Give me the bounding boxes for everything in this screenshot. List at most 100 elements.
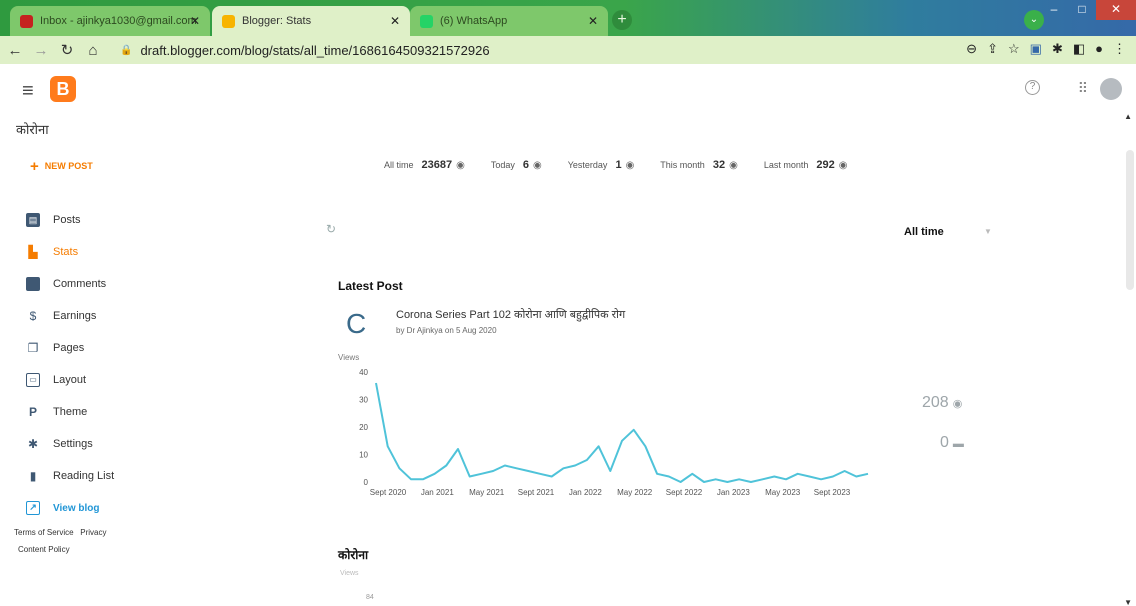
address-bar: ← → ↻ ⌂ 🔒 draft.blogger.com/blog/stats/a… [0, 36, 1136, 64]
chart-x-tick-label: Sept 2022 [666, 488, 703, 497]
chart-y-axis-label: Views [338, 353, 359, 362]
zoom-icon[interactable]: ⊖ [966, 41, 977, 57]
latest-post-heading: Latest Post [338, 279, 403, 293]
chart-y-tick-label: 10 [359, 451, 368, 460]
sidebar-item-pages[interactable]: ❐ Pages [26, 332, 226, 364]
sidebar-item-posts[interactable]: ▤ Posts [26, 204, 226, 236]
back-icon[interactable]: ← [4, 42, 26, 59]
plus-icon: + [30, 158, 39, 175]
blogger-logo[interactable]: B [50, 76, 76, 102]
chart-y-tick-label: 20 [359, 423, 368, 432]
url-field[interactable]: draft.blogger.com/blog/stats/all_time/16… [140, 43, 489, 58]
post-comments-count: 0 ▬ [940, 434, 964, 452]
summary-value: 23687 [421, 159, 453, 171]
tab-blogger-stats[interactable]: Blogger: Stats ✕ [212, 6, 410, 36]
terms-link[interactable]: Terms of Service [14, 528, 74, 537]
bookmark-star-icon[interactable]: ☆ [1008, 41, 1020, 57]
new-post-button[interactable]: + NEW POST [30, 158, 93, 175]
summary-label: Yesterday [567, 160, 608, 170]
profile-avatar-icon[interactable]: ● [1095, 41, 1103, 57]
blogger-favicon-icon [222, 14, 235, 28]
blog-name[interactable]: कोरोना [16, 120, 49, 138]
refresh-icon[interactable]: ↻ [326, 222, 336, 236]
tab-whatsapp[interactable]: (6) WhatsApp ✕ [410, 6, 608, 36]
lock-icon[interactable]: 🔒 [120, 45, 132, 56]
browser-menu-icon[interactable]: ⋮ [1113, 41, 1126, 57]
sidebar-item-label: Layout [53, 374, 87, 386]
scrollbar-thumb[interactable] [1126, 150, 1134, 290]
gmail-favicon-icon [20, 14, 33, 28]
help-icon[interactable]: ? [1025, 80, 1040, 95]
eye-icon: ◉ [952, 398, 963, 410]
sidebar-item-label: Comments [53, 278, 107, 290]
sidebar-item-label: Reading List [53, 470, 115, 482]
share-icon[interactable]: ⇪ [987, 41, 998, 57]
posts-icon: ▤ [26, 213, 40, 227]
stats-summary: All time 23687 ◉ Today 6 ◉ Yesterday 1 ◉… [384, 159, 873, 171]
summary-value: 292 [816, 159, 835, 171]
new-post-label: NEW POST [44, 161, 93, 171]
sidebar-item-view-blog[interactable]: ↗ View blog [26, 492, 226, 524]
new-tab-button[interactable]: + [612, 10, 632, 30]
apps-grid-icon[interactable]: ⠿ [1078, 80, 1088, 97]
tab-gmail[interactable]: Inbox - ajinkya1030@gmail.com ✕ [10, 6, 210, 36]
eye-icon: ◉ [729, 159, 738, 171]
post-title-link[interactable]: Corona Series Part 102 कोरोना आणि बहुद्व… [396, 307, 625, 322]
account-avatar[interactable] [1100, 78, 1122, 100]
minimize-icon[interactable]: – [1040, 0, 1068, 20]
range-dropdown[interactable]: All time [904, 226, 944, 238]
chart-x-tick-label: Jan 2021 [421, 488, 454, 497]
eye-icon: ◉ [533, 159, 542, 171]
side-panel-icon[interactable]: ◧ [1073, 41, 1085, 57]
sidebar-item-comments[interactable]: Comments [26, 268, 226, 300]
chart-y-tick-label: 40 [359, 368, 368, 377]
pages-icon: ❐ [27, 341, 39, 355]
sidebar-item-label: Stats [53, 246, 79, 258]
views-value: 208 [922, 394, 949, 411]
home-icon[interactable]: ⌂ [82, 42, 104, 59]
forward-icon[interactable]: → [30, 42, 52, 59]
summary-value: 1 [615, 159, 622, 171]
chart-y-tick-label: 30 [359, 396, 368, 405]
sidebar-item-label: Theme [53, 406, 88, 418]
post-meta: by Dr Ajinkya on 5 Aug 2020 [396, 326, 497, 335]
sidebar-item-layout[interactable]: ▭ Layout [26, 364, 226, 396]
chart-x-tick-label: May 2022 [617, 488, 653, 497]
footer-links: Terms of Service Privacy Content Policy [14, 524, 106, 558]
chart-x-tick-label: Jan 2023 [717, 488, 750, 497]
section-tick-label: 84 [366, 594, 374, 601]
chart-x-tick-label: Sept 2021 [518, 488, 555, 497]
sidebar-item-theme[interactable]: P Theme [26, 396, 226, 428]
scroll-up-arrow-icon[interactable]: ▲ [1124, 112, 1132, 121]
comments-icon [26, 277, 40, 291]
chart-x-tick-label: May 2023 [765, 488, 801, 497]
close-tab-icon[interactable]: ✕ [390, 14, 400, 28]
browser-tab-bar: Inbox - ajinkya1030@gmail.com ✕ Blogger:… [0, 0, 1136, 36]
layout-icon: ▭ [26, 373, 40, 387]
chart-y-tick-label: 0 [364, 478, 369, 487]
sidebar-item-settings[interactable]: ✱ Settings [26, 428, 226, 460]
summary-value: 32 [712, 159, 726, 171]
dropdown-caret-icon[interactable]: ▼ [984, 227, 992, 236]
maximize-icon[interactable]: □ [1068, 0, 1096, 20]
sidebar-item-earnings[interactable]: $ Earnings [26, 300, 226, 332]
summary-label: All time [384, 160, 414, 170]
privacy-link[interactable]: Privacy [80, 528, 106, 537]
content-policy-link[interactable]: Content Policy [18, 545, 70, 554]
summary-label: Today [490, 160, 515, 170]
close-tab-icon[interactable]: ✕ [190, 14, 200, 28]
hamburger-menu-icon[interactable]: ≡ [22, 80, 34, 103]
eye-icon: ◉ [625, 159, 635, 171]
extensions-puzzle-icon[interactable]: ✱ [1052, 41, 1063, 57]
window-close-icon[interactable]: ✕ [1096, 0, 1136, 20]
post-views-count: 208 ◉ [922, 394, 962, 412]
sidebar-item-reading-list[interactable]: ▮ Reading List [26, 460, 226, 492]
reload-icon[interactable]: ↻ [56, 41, 78, 59]
sidebar-item-stats[interactable]: ▙ Stats [26, 236, 226, 268]
tab-title: (6) WhatsApp [440, 15, 508, 27]
extension-icon[interactable]: ▣ [1030, 41, 1042, 57]
close-tab-icon[interactable]: ✕ [588, 14, 598, 28]
earnings-icon: $ [29, 309, 37, 323]
scroll-down-arrow-icon[interactable]: ▼ [1124, 598, 1132, 606]
sidebar-item-label: Posts [53, 214, 81, 226]
